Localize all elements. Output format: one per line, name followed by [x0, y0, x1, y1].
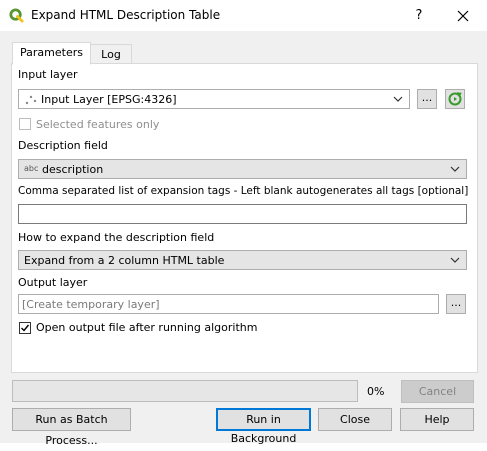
iterate-icon[interactable]: [445, 89, 465, 109]
input-layer-combo[interactable]: Input Layer [EPSG:4326]: [18, 89, 410, 109]
cancel-button[interactable]: Cancel: [401, 380, 474, 403]
output-layer-placeholder: [Create temporary layer]: [22, 298, 160, 311]
window-close-icon[interactable]: [452, 6, 474, 26]
input-layer-value: Input Layer [EPSG:4326]: [41, 93, 177, 106]
context-help-button[interactable]: ?: [409, 6, 429, 26]
checkmark-icon: [21, 324, 30, 332]
close-button[interactable]: Close: [318, 408, 392, 431]
chevron-down-icon: [450, 257, 460, 263]
expand-method-combo[interactable]: Expand from a 2 column HTML table: [18, 250, 467, 270]
description-field-value: description: [42, 163, 104, 176]
output-layer-browse-button[interactable]: ...: [446, 294, 466, 314]
point-layer-icon: [25, 95, 37, 105]
progress-text: 0%: [367, 385, 385, 398]
expansion-tags-input[interactable]: [18, 204, 467, 224]
description-field-label: Description field: [18, 139, 108, 152]
progress-bar: [12, 380, 358, 402]
open-output-label: Open output file after running algorithm: [36, 321, 258, 334]
tab-parameters[interactable]: Parameters: [12, 42, 91, 65]
help-button[interactable]: Help: [400, 408, 474, 431]
title-bar: Expand HTML Description Table ?: [0, 0, 487, 31]
selected-features-label: Selected features only: [36, 118, 160, 131]
run-in-background-button[interactable]: Run in Background: [216, 408, 311, 445]
expand-method-value: Expand from a 2 column HTML table: [24, 254, 225, 267]
open-output-checkbox[interactable]: [19, 322, 31, 334]
input-layer-label: Input layer: [18, 68, 78, 81]
batch-process-button[interactable]: Run as Batch Process...: [12, 408, 131, 447]
output-layer-input[interactable]: [Create temporary layer]: [18, 294, 439, 314]
qgis-logo-icon: [9, 8, 24, 23]
text-field-icon: abc: [24, 164, 39, 173]
input-layer-browse-button[interactable]: ...: [417, 89, 437, 109]
chevron-down-icon: [393, 96, 403, 102]
expansion-tags-label: Comma separated list of expansion tags -…: [18, 185, 469, 197]
selected-features-checkbox[interactable]: [19, 118, 31, 130]
description-field-combo[interactable]: abc description: [18, 159, 467, 179]
output-layer-label: Output layer: [18, 276, 88, 289]
chevron-down-icon: [450, 166, 460, 172]
expand-method-label: How to expand the description field: [18, 231, 215, 244]
window-title: Expand HTML Description Table: [31, 8, 221, 22]
